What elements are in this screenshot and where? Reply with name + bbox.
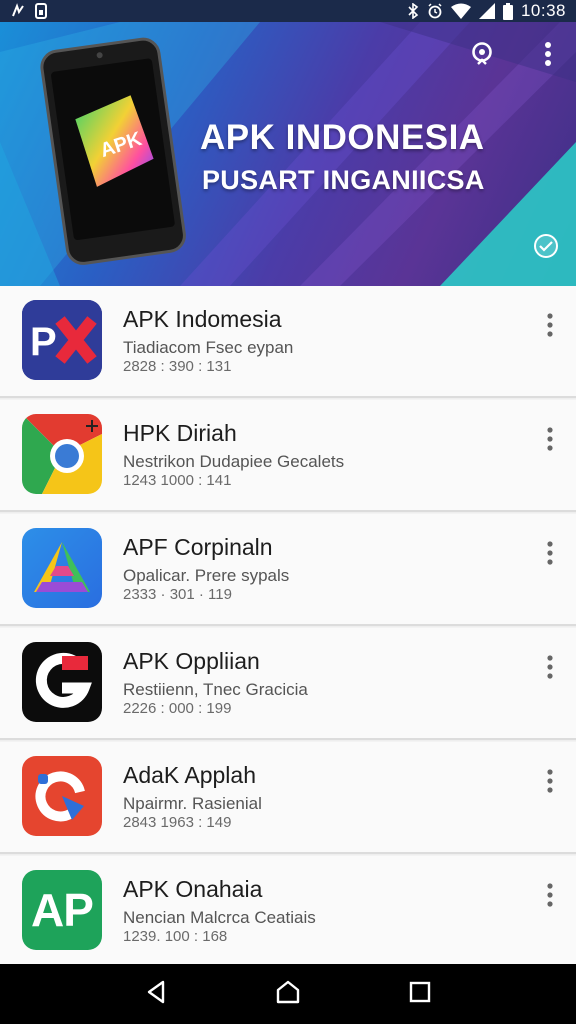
status-left bbox=[10, 3, 48, 19]
status-bar: 10:38 bbox=[0, 0, 576, 22]
list-item[interactable]: HPK Diriah Nestrikon Dudapiee Gecalets 1… bbox=[0, 400, 576, 512]
chrome-logo-icon bbox=[22, 414, 102, 494]
back-button[interactable] bbox=[132, 970, 180, 1018]
more-vert-icon bbox=[547, 426, 553, 456]
battery-icon bbox=[502, 2, 513, 20]
app-description: Restiienn, Tnec Gracicia bbox=[123, 680, 308, 699]
app-description: Nencian Malcrca Ceatiais bbox=[123, 908, 316, 927]
item-menu-button[interactable] bbox=[538, 654, 562, 684]
svg-text:P: P bbox=[30, 320, 57, 364]
signal-icon bbox=[478, 3, 495, 19]
wifi-icon bbox=[450, 3, 471, 19]
app-meta: 2333 · 301 · 119 bbox=[123, 586, 232, 603]
list-item[interactable]: AdaK Applah Npairmr. Rasienial 2843 1963… bbox=[0, 742, 576, 854]
item-menu-button[interactable] bbox=[538, 882, 562, 912]
item-menu-button[interactable] bbox=[538, 426, 562, 456]
alarm-icon bbox=[427, 3, 443, 19]
app-name: HPK Diriah bbox=[123, 420, 237, 446]
back-icon bbox=[145, 980, 167, 1009]
app-description: Opalicar. Prere sypals bbox=[123, 566, 290, 585]
app-name: APF Corpinaln bbox=[123, 534, 273, 560]
bluetooth-icon bbox=[407, 3, 419, 19]
app-name: APK Onahaia bbox=[123, 876, 263, 902]
badge-icon bbox=[533, 233, 559, 264]
home-button[interactable] bbox=[264, 970, 312, 1018]
app-meta: 1239. 100 : 168 bbox=[123, 928, 228, 945]
list-item[interactable]: P APK Indomesia Tiadiacom Fsec eypan 282… bbox=[0, 286, 576, 398]
banner-subtitle: PUSART INGANIICSA bbox=[202, 165, 485, 195]
app-list: P APK Indomesia Tiadiacom Fsec eypan 282… bbox=[0, 286, 576, 968]
recents-icon bbox=[409, 981, 431, 1008]
banner-title: APK INDONESIA bbox=[200, 118, 485, 157]
app-description: Nestrikon Dudapiee Gecalets bbox=[123, 452, 345, 471]
px-logo-icon: P bbox=[22, 300, 102, 380]
list-item[interactable]: APK Oppliian Restiienn, Tnec Gracicia 22… bbox=[0, 628, 576, 740]
item-menu-button[interactable] bbox=[538, 540, 562, 570]
navigation-bar bbox=[0, 964, 576, 1024]
search-icon bbox=[469, 40, 497, 73]
app-meta: 1243 1000 : 141 bbox=[123, 472, 232, 489]
home-icon bbox=[275, 979, 301, 1010]
notification-icon bbox=[10, 3, 26, 19]
item-menu-button[interactable] bbox=[538, 312, 562, 342]
refresh-logo-icon bbox=[22, 756, 102, 836]
app-name: APK Oppliian bbox=[123, 648, 260, 674]
app-meta: 2226 : 000 : 199 bbox=[123, 700, 232, 717]
ap-logo-text: AP bbox=[31, 884, 94, 936]
more-vert-icon bbox=[547, 768, 553, 798]
list-item[interactable]: AP APK Onahaia Nencian Malcrca Ceatiais … bbox=[0, 856, 576, 968]
app-description: Npairmr. Rasienial bbox=[123, 794, 262, 813]
more-vert-icon bbox=[547, 540, 553, 570]
app-name: APK Indomesia bbox=[123, 306, 282, 332]
phone-illustration: APK bbox=[40, 37, 186, 265]
more-vert-icon bbox=[544, 41, 552, 72]
screen: 10:38 APK APK INDONESIA PUSART INGANIICS… bbox=[0, 0, 576, 1024]
g-logo-icon bbox=[22, 642, 102, 722]
more-vert-icon bbox=[547, 312, 553, 342]
status-time: 10:38 bbox=[520, 1, 566, 20]
header-banner: APK APK INDONESIA PUSART INGANIICSA bbox=[0, 22, 576, 286]
list-item[interactable]: APF Corpinaln Opalicar. Prere sypals 233… bbox=[0, 514, 576, 626]
more-vert-icon bbox=[547, 882, 553, 912]
app-description: Tiadiacom Fsec eypan bbox=[123, 338, 294, 357]
triangle-logo-icon bbox=[22, 528, 102, 608]
badge-button[interactable] bbox=[526, 228, 566, 268]
search-button[interactable] bbox=[463, 36, 503, 76]
app-meta: 2828 : 390 : 131 bbox=[123, 358, 232, 375]
app-meta: 2843 1963 : 149 bbox=[123, 814, 232, 831]
more-vert-icon bbox=[547, 654, 553, 684]
sim-icon bbox=[34, 3, 48, 19]
recents-button[interactable] bbox=[396, 970, 444, 1018]
app-name: AdaK Applah bbox=[123, 762, 257, 788]
item-menu-button[interactable] bbox=[538, 768, 562, 798]
status-right: 10:38 bbox=[407, 1, 566, 21]
ap-logo-icon: AP bbox=[22, 870, 102, 950]
overflow-menu-button[interactable] bbox=[528, 36, 568, 76]
